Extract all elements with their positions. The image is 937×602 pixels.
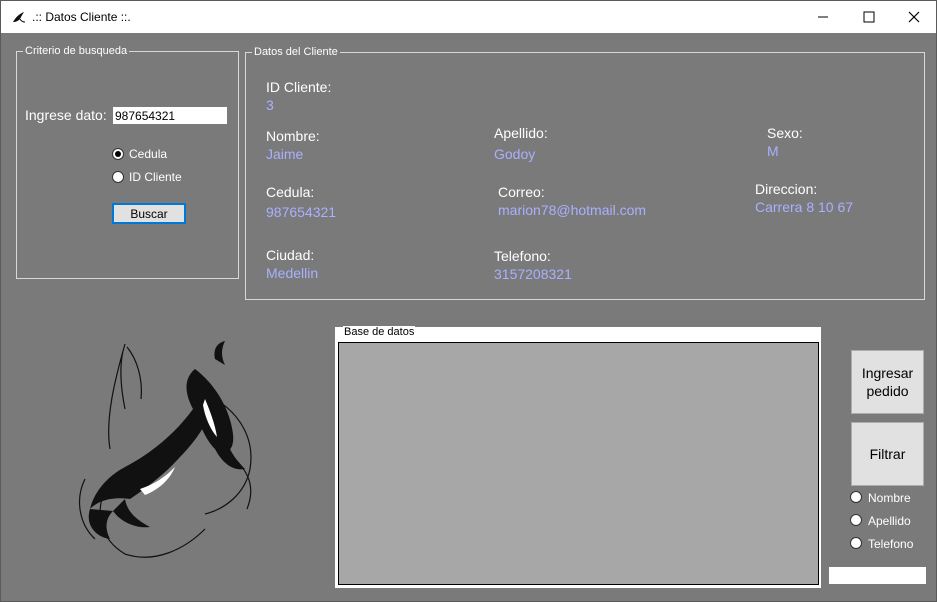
- radio-id-cliente-label: ID Cliente: [129, 170, 182, 184]
- ingresar-pedido-button[interactable]: Ingresar pedido: [851, 350, 924, 414]
- apellido-value: Godoy: [494, 146, 536, 162]
- apellido-label: Apellido:: [494, 125, 548, 141]
- radio-filter-telefono-label: Telefono: [868, 537, 914, 551]
- search-input[interactable]: 987654321: [112, 106, 228, 125]
- nombre-label: Nombre:: [266, 128, 320, 144]
- close-icon: [908, 11, 920, 23]
- minimize-icon: [818, 16, 828, 18]
- maximize-button[interactable]: [846, 1, 892, 33]
- radio-filter-apellido-label: Apellido: [868, 514, 911, 528]
- ciudad-value: Medellin: [266, 265, 319, 281]
- direccion-label: Direccion:: [755, 181, 818, 197]
- direccion-value: Carrera 8 10 67: [755, 199, 854, 215]
- client-data-legend: Datos del Cliente: [252, 45, 340, 59]
- orca-logo: [78, 341, 252, 558]
- title-bar[interactable]: .:: Datos Cliente ::.: [1, 1, 936, 33]
- filtrar-button[interactable]: Filtrar: [851, 422, 924, 486]
- data-grid[interactable]: [338, 342, 819, 585]
- search-criteria-group: Criterio de busqueda Ingrese dato: 98765…: [16, 44, 239, 279]
- window-title: .:: Datos Cliente ::.: [32, 10, 131, 24]
- search-criteria-legend: Criterio de busqueda: [23, 44, 130, 58]
- radio-id-cliente[interactable]: [112, 171, 124, 183]
- radio-cedula[interactable]: [112, 148, 124, 160]
- correo-value: marion78@hotmail.com: [498, 202, 647, 218]
- sexo-value: M: [767, 143, 779, 159]
- base-de-datos-group: Base de datos: [335, 326, 821, 588]
- cedula-label: Cedula:: [266, 184, 315, 200]
- telefono-label: Telefono:: [494, 248, 551, 264]
- search-prompt-label: Ingrese dato:: [25, 107, 107, 123]
- ingresar-pedido-line2: pedido: [866, 383, 909, 399]
- base-de-datos-legend: Base de datos: [343, 326, 416, 338]
- cedula-value: 987654321: [266, 204, 337, 220]
- ciudad-label: Ciudad:: [266, 247, 315, 263]
- client-data-group: Datos del Cliente ID Cliente: 3 Nombre: …: [245, 45, 925, 300]
- sexo-label: Sexo:: [767, 125, 803, 141]
- radio-filter-nombre[interactable]: [850, 491, 862, 503]
- minimize-button[interactable]: [800, 1, 846, 33]
- orca-icon: [13, 12, 26, 23]
- telefono-value: 3157208321: [494, 266, 572, 282]
- id-cliente-label: ID Cliente:: [266, 79, 332, 95]
- maximize-icon: [863, 11, 875, 23]
- close-button[interactable]: [891, 1, 937, 33]
- nombre-value: Jaime: [266, 146, 304, 162]
- radio-cedula-label: Cedula: [129, 147, 168, 161]
- filter-input[interactable]: [828, 566, 927, 585]
- datos-cliente-window: .:: Datos Cliente ::. Criterio de busque…: [0, 0, 937, 602]
- radio-filter-nombre-label: Nombre: [868, 491, 911, 505]
- radio-filter-telefono[interactable]: [850, 537, 862, 549]
- buscar-button[interactable]: Buscar: [112, 203, 186, 224]
- radio-filter-apellido[interactable]: [850, 514, 862, 526]
- ingresar-pedido-line1: Ingresar: [861, 365, 914, 381]
- correo-label: Correo:: [498, 184, 545, 200]
- id-cliente-value: 3: [266, 97, 274, 113]
